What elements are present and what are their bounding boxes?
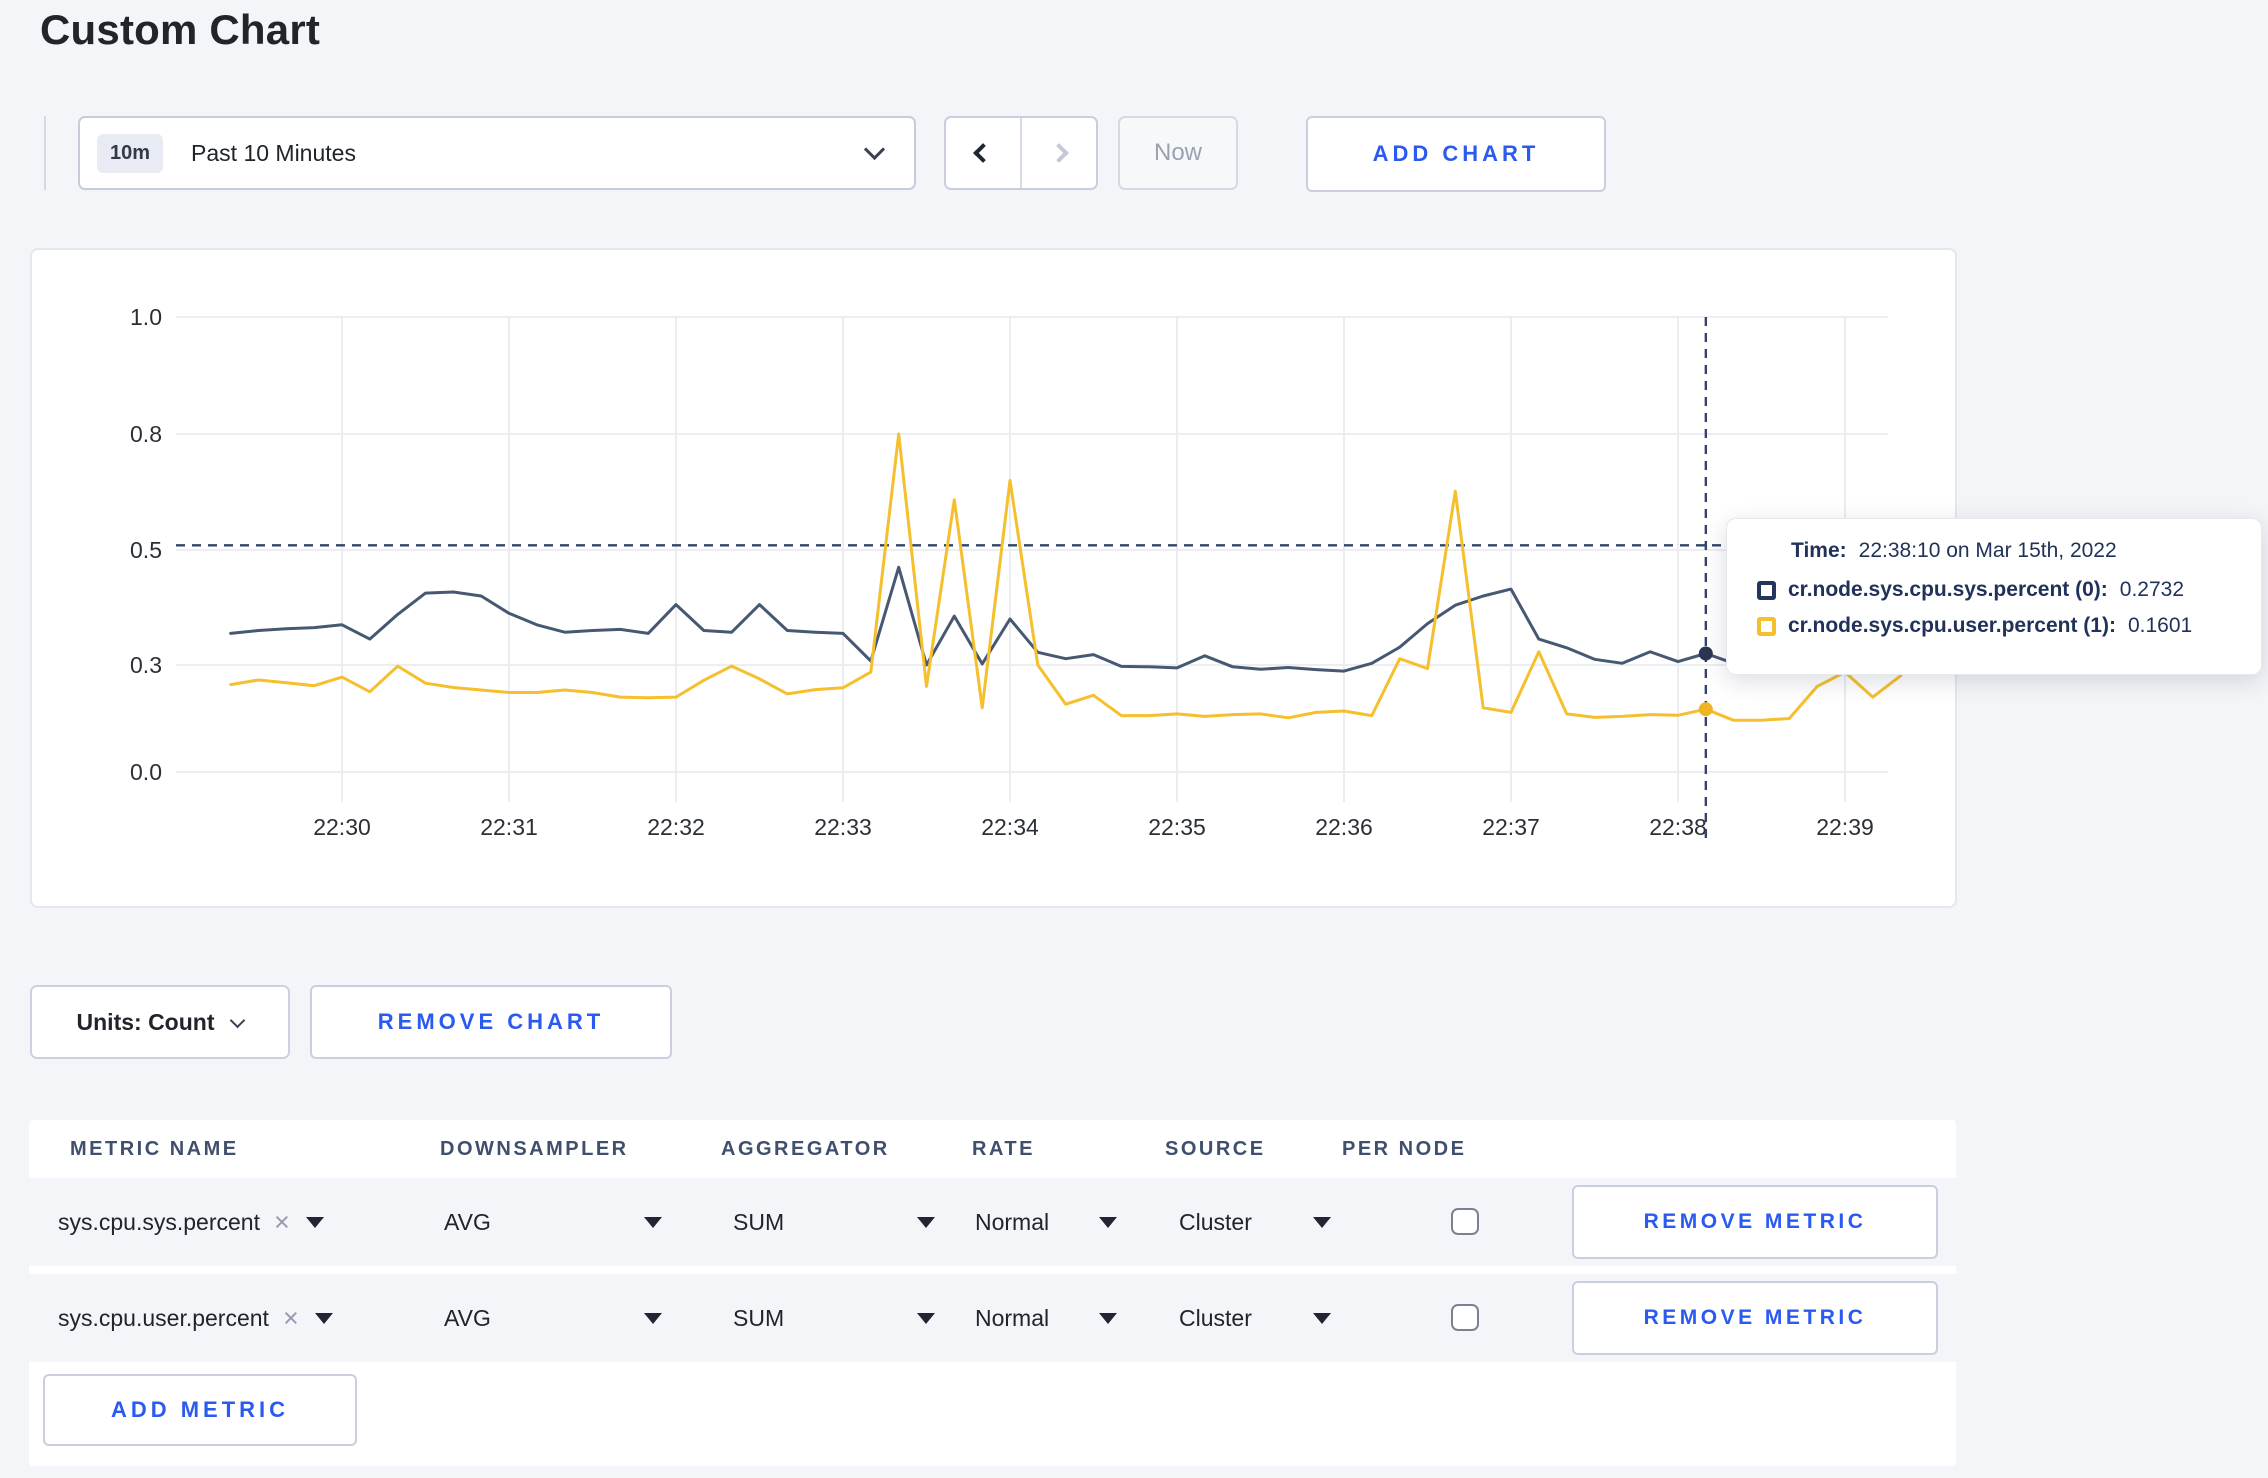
aggregator-select[interactable]: SUM [733,1178,935,1266]
caret-down-icon [1313,1312,1331,1324]
caret-down-icon [1313,1216,1331,1228]
svg-text:0.0: 0.0 [130,759,162,785]
remove-metric-button[interactable]: REMOVE METRIC [1572,1281,1938,1355]
per-node-checkbox[interactable] [1451,1208,1479,1235]
tooltip-series-label: cr.node.sys.cpu.user.percent (1): [1788,614,2116,637]
metric-name-value: sys.cpu.sys.percent [58,1208,260,1235]
page-title: Custom Chart [40,6,321,53]
svg-text:1.0: 1.0 [130,304,162,330]
chevron-left-icon [973,143,993,163]
tooltip-time-value: 22:38:10 on Mar 15th, 2022 [1858,539,2117,562]
time-range-dropdown[interactable]: 10m Past 10 Minutes [78,116,916,190]
downsampler-value: AVG [444,1304,491,1331]
series-swatch-icon-user [1757,616,1776,636]
svg-text:0.8: 0.8 [130,421,162,447]
source-value: Cluster [1179,1208,1252,1235]
svg-text:22:36: 22:36 [1315,814,1373,840]
svg-text:22:30: 22:30 [313,814,371,840]
svg-text:0.5: 0.5 [130,537,162,563]
downsampler-select[interactable]: AVG [444,1178,662,1266]
close-icon[interactable]: × [274,1207,290,1238]
caret-down-icon [314,1312,333,1324]
svg-text:22:31: 22:31 [480,814,538,840]
caret-down-icon [644,1216,662,1228]
metric-name-value: sys.cpu.user.percent [58,1304,269,1331]
caret-down-icon [1099,1312,1117,1324]
remove-chart-button[interactable]: REMOVE CHART [310,985,672,1059]
svg-text:0.3: 0.3 [130,652,162,678]
custom-chart-page: Custom Chart 10m Past 10 Minutes Now ADD… [0,0,2268,1478]
caret-down-icon [1099,1216,1117,1228]
timeseries-chart[interactable]: 0.0 0.3 0.5 0.8 1.0 22:30 22:31 22:32 22:33 22:34… [32,250,1955,906]
header-aggregator: AGGREGATOR [721,1138,890,1160]
source-select[interactable]: Cluster [1179,1178,1331,1266]
metric-name-select[interactable]: sys.cpu.user.percent × [58,1274,410,1362]
rate-value: Normal [975,1304,1050,1331]
chevron-down-icon [230,1012,246,1028]
tooltip-series-label: cr.node.sys.cpu.sys.percent (0): [1788,578,2108,601]
header-source: SOURCE [1165,1138,1266,1160]
svg-text:22:37: 22:37 [1482,814,1540,840]
caret-down-icon [644,1312,662,1324]
aggregator-select[interactable]: SUM [733,1274,935,1362]
tooltip-series-row: cr.node.sys.cpu.sys.percent (0): 0.2732 [1757,578,2241,602]
source-select[interactable]: Cluster [1179,1274,1331,1362]
rate-value: Normal [975,1208,1050,1235]
tooltip-series-value: 0.1601 [2127,614,2193,637]
header-rate: RATE [972,1138,1035,1160]
header-downsampler: DOWNSAMPLER [440,1138,629,1160]
tooltip-series-value: 0.2732 [2119,578,2185,601]
chevron-down-icon [863,138,886,161]
add-chart-button[interactable]: ADD CHART [1306,116,1606,192]
downsampler-select[interactable]: AVG [444,1274,662,1362]
header-metric-name: METRIC NAME [70,1138,239,1160]
metrics-table-header: METRIC NAME DOWNSAMPLER AGGREGATOR RATE … [29,1120,1956,1178]
tooltip-series-row: cr.node.sys.cpu.user.percent (1): 0.1601 [1757,614,2241,638]
source-value: Cluster [1179,1304,1252,1331]
units-label: Units: Count [76,1008,215,1035]
prev-time-button[interactable] [946,118,1022,188]
aggregator-value: SUM [733,1304,785,1331]
time-nav-group [944,116,1098,190]
chart-panel[interactable]: 0.0 0.3 0.5 0.8 1.0 22:30 22:31 22:32 22:33 22:34… [30,248,1957,908]
svg-text:22:39: 22:39 [1816,814,1874,840]
metric-row: sys.cpu.sys.percent × AVG SUM Normal Clu… [29,1178,1956,1266]
series-swatch-icon-sys [1757,580,1776,600]
rate-select[interactable]: Normal [975,1178,1117,1266]
metrics-table: METRIC NAME DOWNSAMPLER AGGREGATOR RATE … [29,1120,1956,1466]
downsampler-value: AVG [444,1208,491,1235]
add-metric-button[interactable]: ADD METRIC [43,1374,357,1446]
tooltip-time-label: Time: [1791,539,1847,562]
now-button[interactable]: Now [1118,116,1238,190]
rate-select[interactable]: Normal [975,1274,1117,1362]
time-range-badge: 10m [97,133,164,173]
header-per-node: PER NODE [1342,1138,1467,1160]
per-node-checkbox[interactable] [1451,1304,1479,1331]
svg-text:22:34: 22:34 [981,814,1039,840]
caret-down-icon [917,1312,935,1324]
svg-text:22:32: 22:32 [647,814,705,840]
metric-name-select[interactable]: sys.cpu.sys.percent × [58,1178,410,1266]
units-dropdown[interactable]: Units: Count [30,985,290,1059]
svg-text:22:38: 22:38 [1649,814,1707,840]
caret-down-icon [305,1216,324,1228]
toolbar-divider [44,116,46,190]
next-time-button[interactable] [1022,118,1096,188]
toolbar: 10m Past 10 Minutes Now ADD CHART [0,116,2268,192]
close-icon[interactable]: × [283,1303,299,1334]
tooltip-time: Time: 22:38:10 on Mar 15th, 2022 [1791,539,2241,563]
metric-row: sys.cpu.user.percent × AVG SUM Normal Cl… [29,1274,1956,1362]
aggregator-value: SUM [733,1208,785,1235]
remove-metric-button[interactable]: REMOVE METRIC [1572,1185,1938,1259]
chevron-right-icon [1049,143,1069,163]
svg-text:22:33: 22:33 [814,814,872,840]
caret-down-icon [917,1216,935,1228]
svg-text:22:35: 22:35 [1148,814,1206,840]
time-range-label: Past 10 Minutes [191,139,356,166]
chart-tooltip: Time: 22:38:10 on Mar 15th, 2022 cr.node.… [1726,518,2262,675]
